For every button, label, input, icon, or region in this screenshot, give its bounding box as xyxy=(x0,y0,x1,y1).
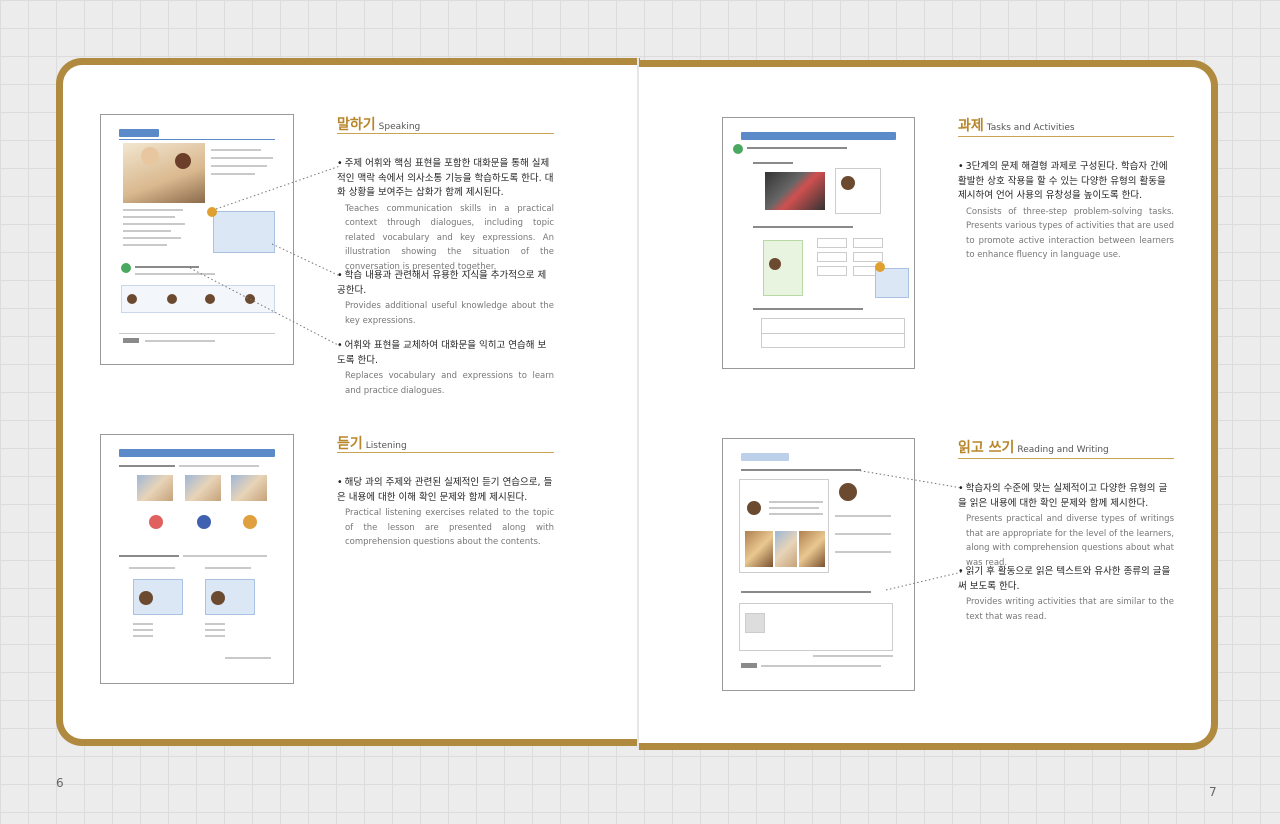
listening-title-ko: 듣기 xyxy=(337,436,363,452)
listening-item-1-en: Practical listening exercises related to… xyxy=(345,508,554,547)
speaking-item-3-en: Replaces vocabulary and expressions to l… xyxy=(345,371,554,396)
speaking-item-3-ko: 어휘와 표현을 교체하여 대화문을 익히고 연습해 보도록 한다. xyxy=(337,340,547,366)
listening-page-thumbnail xyxy=(100,434,294,684)
speaking-title-en: Speaking xyxy=(378,122,421,132)
listening-rule xyxy=(337,452,554,453)
tasks-item-1: • 3단계의 문제 해결형 과제로 구성된다. 학습자 간에 활발한 상호 작용을… xyxy=(958,160,1174,263)
listening-heading: 듣기 Listening xyxy=(337,433,407,453)
reading-item-1: • 학습자의 수준에 맞는 실제적이고 다양한 유형의 글을 읽은 내용에 대한 … xyxy=(958,482,1174,570)
reading-item-2-ko: 읽기 후 활동으로 읽은 텍스트와 유사한 종류의 글을 써 보도록 한다. xyxy=(958,566,1171,592)
tasks-item-1-en: Consists of three-step problem-solving t… xyxy=(966,206,1174,261)
speaking-item-3: • 어휘와 표현을 교체하여 대화문을 익히고 연습해 보도록 한다. Repla… xyxy=(337,339,554,398)
listening-title-en: Listening xyxy=(365,441,407,451)
reading-item-2-en: Provides writing activities that are sim… xyxy=(966,597,1174,622)
reading-rule xyxy=(958,458,1174,459)
tasks-title-en: Tasks and Activities xyxy=(986,123,1075,133)
listening-item-1: • 해당 과의 주제와 관련된 실제적인 듣기 연습으로, 들은 내용에 대한 이… xyxy=(337,476,554,550)
page-number-left: 6 xyxy=(56,776,64,790)
listening-item-1-ko: 해당 과의 주제와 관련된 실제적인 듣기 연습으로, 들은 내용에 대한 이해… xyxy=(337,477,553,503)
speaking-item-1: • 주제 어휘와 핵심 표현을 포함한 대화문을 통해 실제적인 맥락 속에서 의… xyxy=(337,157,554,274)
tasks-rule xyxy=(958,136,1174,137)
reading-item-1-ko: 학습자의 수준에 맞는 실제적이고 다양한 유형의 글을 읽은 내용에 대한 확… xyxy=(958,483,1168,509)
page-number-right: 7 xyxy=(1209,785,1217,799)
reading-title-en: Reading and Writing xyxy=(1017,445,1109,455)
reading-item-2: • 읽기 후 활동으로 읽은 텍스트와 유사한 종류의 글을 써 보도록 한다. … xyxy=(958,565,1174,624)
book-gutter xyxy=(637,58,639,750)
speaking-item-1-ko: 주제 어휘와 핵심 표현을 포함한 대화문을 통해 실제적인 맥락 속에서 의사… xyxy=(337,158,554,198)
speaking-item-2-en: Provides additional useful knowledge abo… xyxy=(345,301,554,326)
speaking-title-ko: 말하기 xyxy=(337,117,376,133)
speaking-page-thumbnail xyxy=(100,114,294,365)
tasks-page-thumbnail xyxy=(722,117,915,369)
speaking-item-1-en: Teaches communication skills in a practi… xyxy=(345,203,554,272)
reading-item-1-en: Presents practical and diverse types of … xyxy=(966,514,1174,568)
speaking-item-2: • 학습 내용과 관련해서 유용한 지식을 추가적으로 제공한다. Provide… xyxy=(337,269,554,328)
tasks-item-1-ko: 3단계의 문제 해결형 과제로 구성된다. 학습자 간에 활발한 상호 작용을 … xyxy=(958,161,1168,201)
tasks-heading: 과제 Tasks and Activities xyxy=(958,115,1075,135)
speaking-heading: 말하기 Speaking xyxy=(337,114,420,134)
reading-heading: 읽고 쓰기 Reading and Writing xyxy=(958,437,1109,457)
speaking-rule xyxy=(337,133,554,134)
reading-page-thumbnail xyxy=(722,438,915,691)
tasks-title-ko: 과제 xyxy=(958,118,984,134)
speaking-item-2-ko: 학습 내용과 관련해서 유용한 지식을 추가적으로 제공한다. xyxy=(337,270,547,296)
reading-title-ko: 읽고 쓰기 xyxy=(958,440,1015,456)
